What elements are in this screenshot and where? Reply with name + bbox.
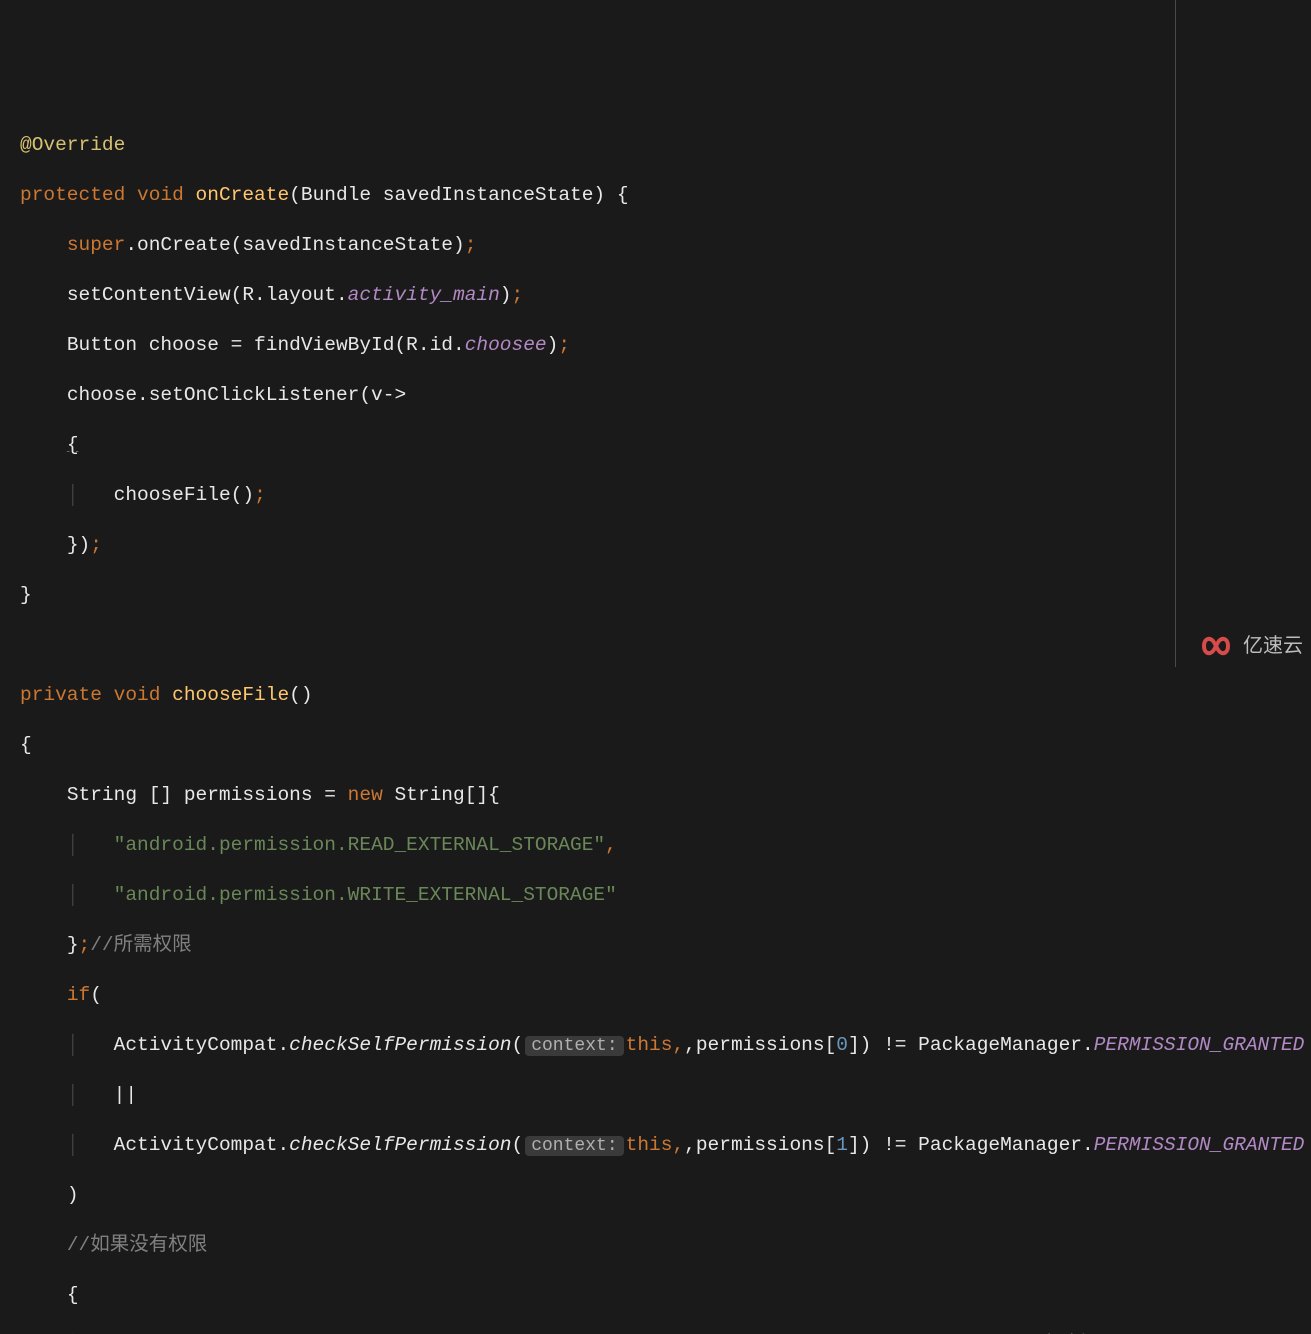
code-line: │ ActivityCompat.requestPermissions(acti… (20, 1333, 1311, 1334)
code-line: @Override (20, 133, 1311, 158)
annotation: @Override (20, 134, 125, 156)
code-line: ) (20, 1183, 1311, 1208)
code-line: │ "android.permission.WRITE_EXTERNAL_STO… (20, 883, 1311, 908)
code-line: }); (20, 533, 1311, 558)
code-line: protected void onCreate(Bundle savedInst… (20, 183, 1311, 208)
infinity-icon (1193, 631, 1239, 661)
right-margin-guide (1175, 0, 1176, 667)
code-line: Button choose = findViewById(R.id.choose… (20, 333, 1311, 358)
code-line: │ ActivityCompat.checkSelfPermission(con… (20, 1033, 1311, 1058)
param-hint: context: (525, 1136, 623, 1156)
code-line: setContentView(R.layout.activity_main); (20, 283, 1311, 308)
code-line: //如果没有权限 (20, 1233, 1311, 1258)
code-line: if( (20, 983, 1311, 1008)
code-line: │ ActivityCompat.checkSelfPermission(con… (20, 1133, 1311, 1158)
code-line: { (20, 433, 1311, 458)
param-hint: context: (525, 1036, 623, 1056)
watermark-text: 亿速云 (1243, 634, 1303, 659)
code-line: │ chooseFile(); (20, 483, 1311, 508)
code-line (20, 633, 1311, 658)
code-line: │ "android.permission.READ_EXTERNAL_STOR… (20, 833, 1311, 858)
watermark-logo: 亿速云 (1193, 631, 1303, 661)
code-line: │ || (20, 1083, 1311, 1108)
code-line: { (20, 1283, 1311, 1308)
code-line: super.onCreate(savedInstanceState); (20, 233, 1311, 258)
code-line: private void chooseFile() (20, 683, 1311, 708)
code-line: String [] permissions = new String[]{ (20, 783, 1311, 808)
code-line: { (20, 733, 1311, 758)
code-line: } (20, 583, 1311, 608)
code-line: choose.setOnClickListener(v-> (20, 383, 1311, 408)
code-editor[interactable]: @Override protected void onCreate(Bundle… (0, 100, 1311, 1334)
code-line: };//所需权限 (20, 933, 1311, 958)
